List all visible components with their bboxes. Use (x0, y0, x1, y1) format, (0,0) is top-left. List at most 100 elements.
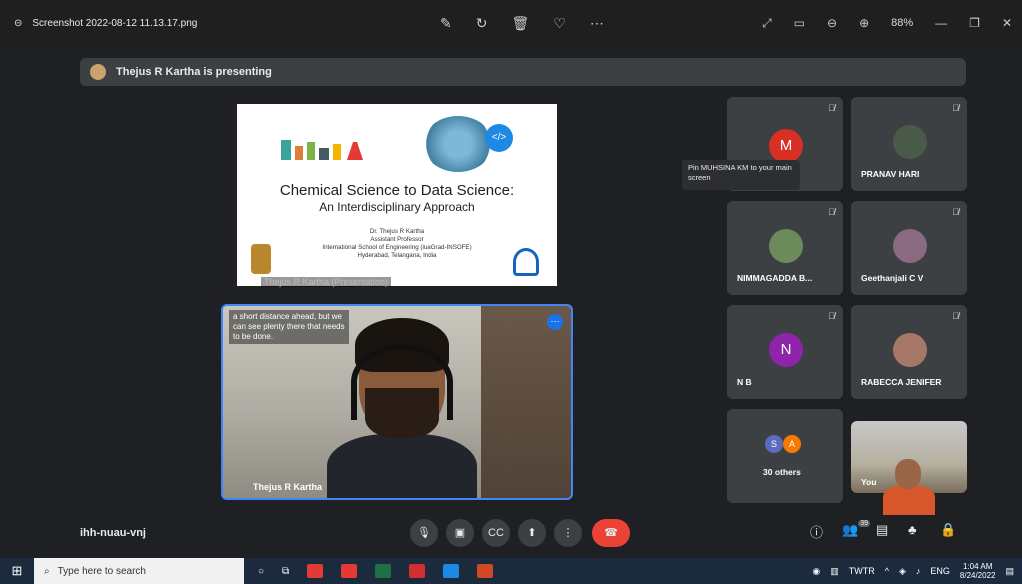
slide-location: Hyderabad, Telangana, India (357, 252, 437, 259)
speaker-name: Thejus R Kartha (253, 482, 323, 492)
mic-muted-icon: 🎙̸ (828, 207, 835, 217)
windows-taskbar: ⊞ ⌕ Type here to search ○ ⧉ ◉ ▥ TWTR ^ ◈… (0, 558, 1022, 584)
meeting-controls: ihh-nuau-vnj 🎙 ▣ CC ⬆ ⋮ ☎ ⓘ 👥 39 ▤ ♣ 🔒 (0, 514, 1022, 552)
avatar (769, 229, 803, 263)
presenting-banner: Thejus R Kartha is presenting (80, 58, 966, 86)
slide-title-line1: Chemical Science to Data Science: (279, 182, 515, 199)
chat-icon[interactable]: ▤ (876, 522, 888, 538)
search-icon: ⌕ (44, 565, 50, 577)
avatar (893, 125, 927, 159)
university-logo (251, 244, 271, 274)
mic-muted-icon: 🎙̸ (952, 311, 959, 321)
self-view-tile[interactable]: You (851, 421, 967, 515)
start-button[interactable]: ⊞ (0, 563, 34, 579)
self-label: You (861, 477, 877, 487)
data-tree-illustration (423, 116, 493, 172)
chevron-up-icon[interactable]: ^ (885, 566, 889, 576)
pdf-app-icon-2[interactable] (341, 564, 358, 578)
insofe-logo (513, 248, 539, 276)
presentation-stage[interactable]: </> Chemical Science to Data Science: An… (221, 97, 573, 295)
volume-icon[interactable]: ♪ (916, 566, 921, 576)
avatar: M (769, 129, 803, 163)
video-shelf (481, 306, 571, 498)
slide-author: Dr. Thejus R Kartha (369, 228, 425, 235)
edit-icon[interactable]: ✎ (440, 15, 452, 32)
notifications-icon[interactable]: ▤ (1005, 566, 1014, 577)
photos-icon[interactable] (443, 564, 460, 578)
participant-tile-rabecca[interactable]: 🎙̸ RABECCA JENIFER (851, 305, 967, 399)
participant-tile-nb[interactable]: 🎙̸ N N B (727, 305, 843, 399)
file-name: Screenshot 2022-08-12 11.13.17.png (32, 17, 198, 29)
pdf-app-icon[interactable] (307, 564, 324, 578)
people-icon[interactable]: 👥 39 (842, 520, 870, 538)
avatar: N (769, 333, 803, 367)
leave-call-button[interactable]: ☎ (592, 519, 630, 547)
activities-icon[interactable]: ♣ (908, 522, 917, 537)
info-icon[interactable]: ⓘ (810, 522, 823, 541)
meeting-code: ihh-nuau-vnj (80, 527, 146, 539)
participant-name: RABECCA JENIFER (861, 377, 942, 387)
mic-button[interactable]: 🎙 (410, 519, 438, 547)
more-options-button[interactable]: ⋮ (554, 519, 582, 547)
lab-glassware-illustration (281, 140, 363, 160)
tray-label: TWTR (848, 566, 875, 576)
restore-icon[interactable]: ❐ (969, 16, 980, 30)
lang-indicator[interactable]: ENG (930, 566, 950, 576)
mic-muted-icon: 🎙̸ (952, 207, 959, 217)
minimize-icon[interactable]: — (935, 16, 947, 30)
zoom-out-icon[interactable]: ⊖ (827, 16, 837, 30)
expand-icon[interactable]: ⤢ (762, 16, 772, 31)
task-view-icon[interactable]: ⧉ (282, 566, 289, 577)
zoom-in-icon[interactable]: ⊕ (859, 16, 869, 30)
live-captions: a short distance ahead, but we can see p… (229, 310, 349, 344)
taskbar-search[interactable]: ⌕ Type here to search (34, 558, 244, 584)
participant-tile-pranav[interactable]: 🎙̸ PRANAV HARI (851, 97, 967, 191)
excel-icon[interactable] (375, 564, 392, 578)
avatar (893, 333, 927, 367)
favorite-icon[interactable]: ♡ (553, 15, 566, 32)
slide-title-line2: An Interdisciplinary Approach (319, 200, 475, 214)
more-options-icon[interactable]: ⋯ (590, 15, 604, 32)
cortana-icon[interactable]: ○ (258, 566, 264, 577)
close-icon[interactable]: ✕ (1002, 16, 1012, 30)
mic-muted-icon: 🎙̸ (828, 103, 835, 113)
photo-viewer-bar: ⊝ Screenshot 2022-08-12 11.13.17.png ✎ ↻… (0, 0, 1022, 46)
tile-options-button[interactable]: ⋯ (547, 314, 563, 330)
powerpoint-icon[interactable] (477, 564, 494, 578)
stage-caption: Thejus R Kartha (Presentation) (261, 277, 392, 287)
speaker-video-tile[interactable]: a short distance ahead, but we can see p… (221, 304, 573, 500)
time: 1:04 AM (963, 562, 993, 571)
mic-muted-icon: 🎙̸ (828, 311, 835, 321)
pin-tooltip: Pin MUHSINA KM to your main screen (682, 160, 800, 190)
stock-icon: ▥ (830, 565, 839, 576)
slide-institution: International School of Engineering (iua… (322, 244, 472, 251)
chrome-icon[interactable]: ◉ (812, 566, 820, 577)
others-count: 30 others (763, 467, 801, 477)
avatar (893, 229, 927, 263)
delete-icon[interactable]: 🗑 (511, 15, 529, 32)
clock[interactable]: 1:04 AM 8/24/2022 (960, 562, 996, 580)
participant-tile-nimmagadda[interactable]: 🎙̸ NIMMAGADDA B... (727, 201, 843, 295)
avatar: A (783, 435, 801, 453)
acrobat-icon[interactable] (409, 564, 426, 578)
present-button[interactable]: ⬆ (518, 519, 546, 547)
captions-button[interactable]: CC (482, 519, 510, 547)
slide-role: Assistant Professor (370, 236, 424, 243)
participant-name: PRANAV HARI (861, 169, 920, 179)
camera-button[interactable]: ▣ (446, 519, 474, 547)
participant-name: Geethanjali C V (861, 273, 924, 283)
participant-name: NIMMAGADDA B... (737, 273, 813, 283)
slide: </> Chemical Science to Data Science: An… (237, 104, 557, 286)
zoom-level: 88% (891, 17, 914, 29)
others-tile[interactable]: S A 30 others (727, 409, 843, 503)
app-icon: ⊝ (14, 17, 23, 29)
rotate-icon[interactable]: ↻ (476, 15, 488, 32)
host-controls-icon[interactable]: 🔒 (940, 522, 956, 538)
network-icon[interactable]: ◈ (899, 566, 906, 577)
search-placeholder: Type here to search (57, 565, 146, 577)
date: 8/24/2022 (959, 571, 996, 580)
fit-screen-icon[interactable]: ▭ (794, 16, 805, 30)
participant-tile-geethanjali[interactable]: 🎙̸ Geethanjali C V (851, 201, 967, 295)
avatar: S (765, 435, 783, 453)
speaker-image (327, 318, 477, 498)
